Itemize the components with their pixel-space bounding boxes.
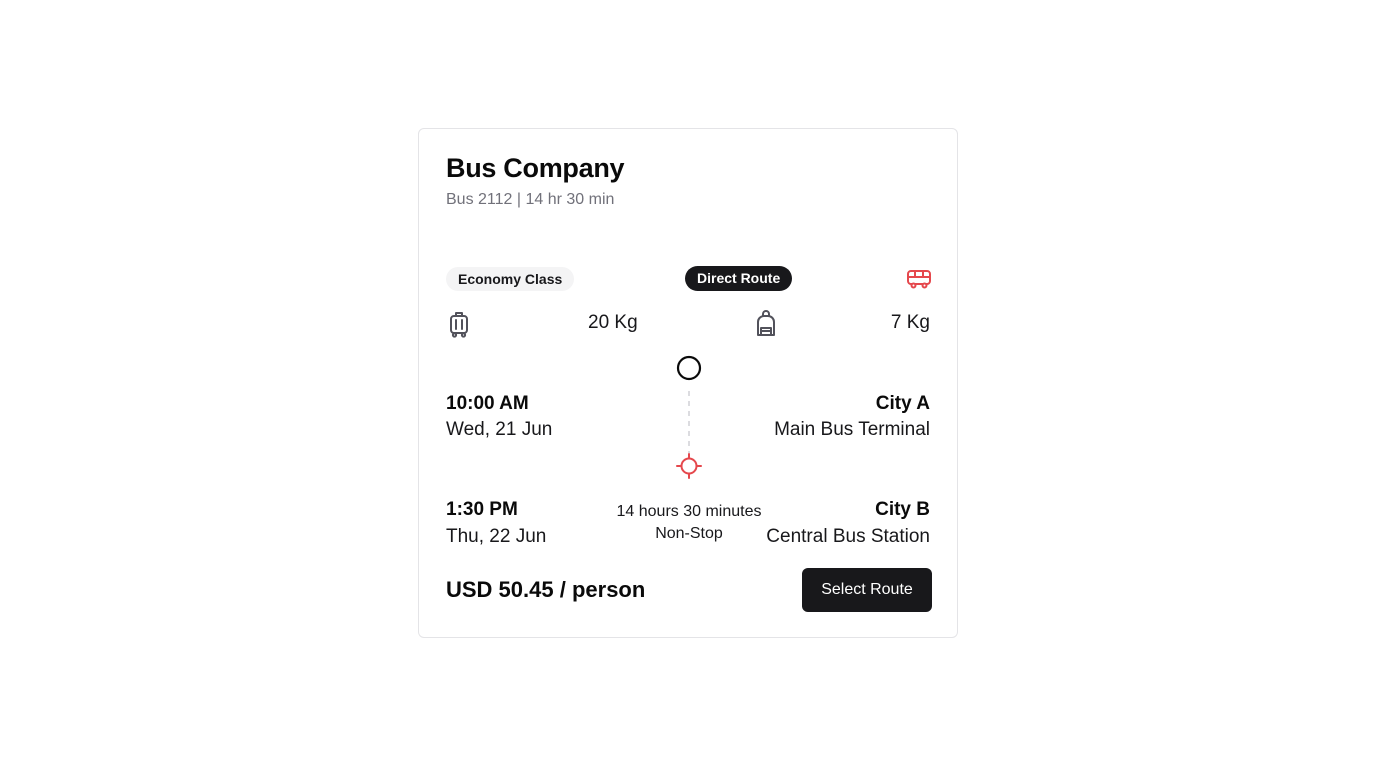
bus-info: Bus 2112 | 14 hr 30 min [446, 191, 615, 208]
arrival-station: Central Bus Station [766, 526, 930, 547]
luggage-icon [450, 312, 468, 338]
class-badge: Economy Class [446, 267, 575, 291]
arrival-city: City B [875, 499, 930, 520]
departure-city: City A [875, 393, 930, 414]
route-badge: Direct Route [685, 266, 793, 291]
route-timeline [676, 355, 702, 479]
origin-circle-icon [676, 355, 702, 381]
route-card: Bus Company Bus 2112 | 14 hr 30 min Econ… [418, 128, 958, 638]
arrival-time: 1:30 PM [446, 499, 518, 520]
select-route-button[interactable]: Select Route [802, 568, 932, 612]
crosshair-icon [676, 453, 702, 479]
arrival-date: Thu, 22 Jun [446, 526, 547, 547]
bus-icon [907, 270, 931, 289]
departure-date: Wed, 21 Jun [446, 419, 553, 440]
trip-duration: 14 hours 30 minutes [616, 503, 762, 520]
departure-time: 10:00 AM [446, 393, 529, 414]
checked-baggage-weight: 20 Kg [588, 312, 638, 333]
cabin-baggage-weight: 7 Kg [890, 312, 930, 333]
company-name: Bus Company [446, 153, 625, 183]
departure-station: Main Bus Terminal [774, 419, 930, 440]
trip-stops: Non-Stop [655, 525, 723, 542]
price-per-person: USD 50.45 / person [446, 577, 646, 602]
backpack-icon [757, 310, 775, 336]
